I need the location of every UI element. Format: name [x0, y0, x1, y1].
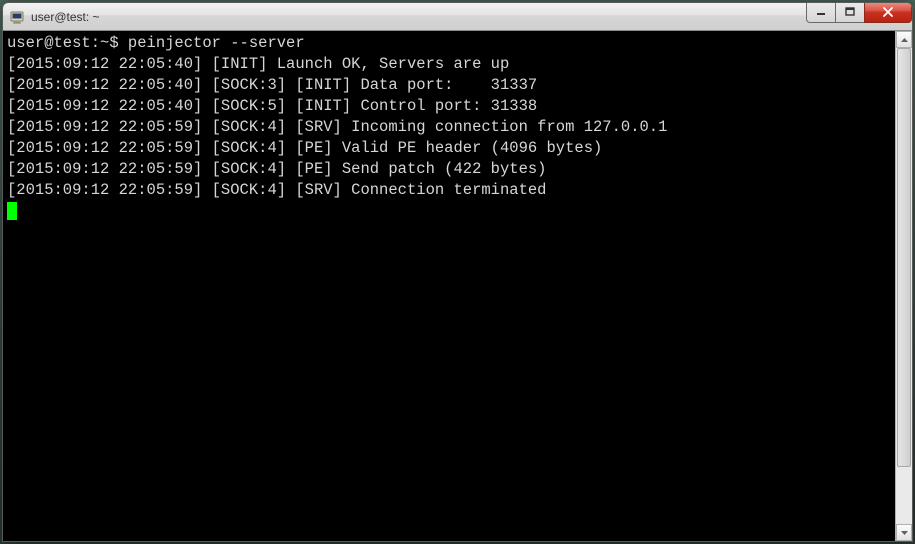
window-controls [807, 3, 912, 23]
log-line: [2015:09:12 22:05:40] [SOCK:5] [INIT] Co… [7, 97, 537, 115]
log-line: [2015:09:12 22:05:40] [INIT] Launch OK, … [7, 55, 509, 73]
log-line: [2015:09:12 22:05:59] [SOCK:4] [SRV] Inc… [7, 118, 667, 136]
scroll-up-button[interactable] [896, 31, 912, 48]
scroll-thumb[interactable] [897, 48, 911, 467]
window-title: user@test: ~ [31, 10, 807, 24]
log-line: [2015:09:12 22:05:59] [SOCK:4] [PE] Send… [7, 160, 547, 178]
maximize-button[interactable] [835, 3, 865, 23]
scroll-down-button[interactable] [896, 524, 912, 541]
close-button[interactable] [864, 3, 912, 23]
scroll-track[interactable] [896, 48, 912, 524]
terminal-area: user@test:~$ peinjector --server [2015:0… [3, 31, 912, 541]
terminal-output[interactable]: user@test:~$ peinjector --server [2015:0… [3, 31, 895, 541]
putty-icon [9, 9, 25, 25]
prompt: user@test:~$ [7, 34, 128, 52]
log-line: [2015:09:12 22:05:40] [SOCK:3] [INIT] Da… [7, 76, 537, 94]
command-text: peinjector --server [128, 34, 305, 52]
log-line: [2015:09:12 22:05:59] [SOCK:4] [SRV] Con… [7, 181, 547, 199]
titlebar[interactable]: user@test: ~ [3, 3, 912, 31]
log-line: [2015:09:12 22:05:59] [SOCK:4] [PE] Vali… [7, 139, 602, 157]
terminal-window: user@test: ~ user@test:~$ peinjector --s… [2, 2, 913, 542]
cursor [7, 202, 17, 220]
minimize-button[interactable] [806, 3, 836, 23]
vertical-scrollbar[interactable] [895, 31, 912, 541]
